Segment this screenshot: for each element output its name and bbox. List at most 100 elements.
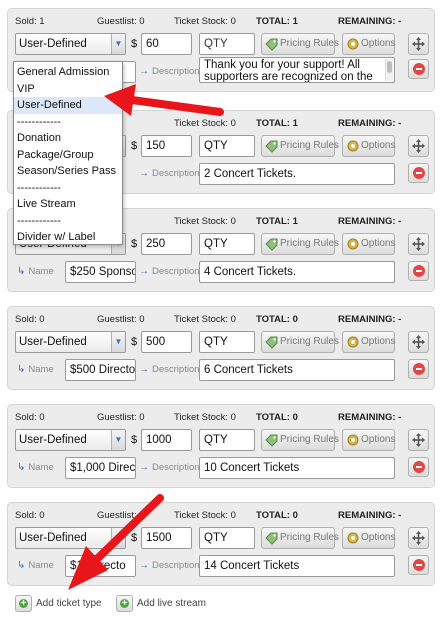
- sold-value: 0: [39, 314, 45, 325]
- remaining-label: REMAINING:: [338, 16, 396, 27]
- delete-button[interactable]: [408, 163, 429, 183]
- drag-handle[interactable]: [408, 331, 429, 353]
- dropdown-option[interactable]: Donation: [14, 130, 122, 147]
- stock-label: Ticket Stock:: [174, 118, 229, 129]
- chevron-down-icon[interactable]: ▼: [111, 430, 125, 450]
- name-label: ↳Name: [17, 462, 54, 473]
- remaining-label: REMAINING:: [338, 510, 396, 521]
- guestlist-label: Guestlist:: [97, 314, 137, 325]
- ticket-stats: Sold: 1 Guestlist: 0 Ticket Stock: 0 TOT…: [8, 16, 434, 28]
- delete-button[interactable]: [408, 555, 429, 575]
- pricing-rules-button[interactable]: Pricing Rules: [261, 331, 339, 353]
- dropdown-option[interactable]: Divider w/ Label: [14, 229, 122, 246]
- quantity-input[interactable]: QTY: [199, 33, 255, 55]
- quantity-input[interactable]: QTY: [199, 527, 255, 549]
- ticket-type-dropdown-list[interactable]: General Admission VIP User-Defined --------…: [13, 61, 123, 245]
- price-tag-icon: [265, 532, 278, 545]
- price-input[interactable]: 1000: [141, 429, 192, 451]
- dropdown-option[interactable]: General Admission: [14, 64, 122, 81]
- drag-handle[interactable]: [408, 233, 429, 255]
- scrollbar[interactable]: [385, 59, 393, 81]
- delete-button[interactable]: [408, 59, 429, 79]
- drag-handle[interactable]: [408, 527, 429, 549]
- quantity-placeholder: QTY: [204, 336, 228, 348]
- ticket-type-select[interactable]: User-Defined ▼: [15, 33, 126, 55]
- delete-button[interactable]: [408, 359, 429, 379]
- stock-label: Ticket Stock:: [174, 216, 229, 227]
- pricing-rules-button[interactable]: Pricing Rules: [261, 429, 339, 451]
- ticket-type-value: User-Defined: [19, 532, 87, 544]
- dropdown-option[interactable]: Season/Series Pass: [14, 163, 122, 180]
- options-button[interactable]: Options: [342, 233, 395, 255]
- add-live-stream-button[interactable]: Add live stream: [116, 595, 206, 613]
- dropdown-option[interactable]: Live Stream: [14, 196, 122, 213]
- drag-handle[interactable]: [408, 33, 429, 55]
- quantity-input[interactable]: QTY: [199, 429, 255, 451]
- quantity-input[interactable]: QTY: [199, 331, 255, 353]
- remaining-label: REMAINING:: [338, 216, 396, 227]
- pricing-rules-button[interactable]: Pricing Rules: [261, 527, 339, 549]
- dropdown-option[interactable]: ------------: [14, 213, 122, 230]
- pricing-rules-button[interactable]: Pricing Rules: [261, 33, 339, 55]
- name-input[interactable]: $250 Sponsor: [65, 261, 136, 283]
- dropdown-option[interactable]: ------------: [14, 114, 122, 131]
- remaining-value: -: [398, 16, 402, 27]
- description-label: → Description: [139, 462, 200, 473]
- name-input[interactable]: $500 Director's: [65, 359, 136, 381]
- options-button[interactable]: Options: [342, 527, 395, 549]
- description-input[interactable]: 14 Concert Tickets: [199, 555, 395, 577]
- dropdown-option[interactable]: VIP: [14, 81, 122, 98]
- chevron-down-icon[interactable]: ▼: [111, 332, 125, 352]
- sold-value: 0: [39, 412, 45, 423]
- pricing-rules-button[interactable]: Pricing Rules: [261, 233, 339, 255]
- move-arrows-icon: [412, 335, 425, 349]
- options-button[interactable]: Options: [342, 429, 395, 451]
- currency-symbol: $: [131, 238, 138, 250]
- delete-button[interactable]: [408, 457, 429, 477]
- price-input[interactable]: 60: [141, 33, 192, 55]
- price-input[interactable]: 500: [141, 331, 192, 353]
- ticket-type-select[interactable]: User-Defined ▼: [15, 429, 126, 451]
- drag-handle[interactable]: [408, 429, 429, 451]
- ticket-type-select[interactable]: User-Defined ▼: [15, 331, 126, 353]
- name-input[interactable]: $1, Directo: [65, 555, 136, 577]
- dropdown-option[interactable]: User-Defined: [14, 97, 122, 114]
- quantity-placeholder: QTY: [204, 238, 228, 250]
- quantity-input[interactable]: QTY: [199, 233, 255, 255]
- description-textarea[interactable]: Thank you for your support! All supporte…: [199, 57, 395, 83]
- sold-label: Sold:: [15, 314, 37, 325]
- quantity-input[interactable]: QTY: [199, 135, 255, 157]
- price-input[interactable]: 1500: [141, 527, 192, 549]
- options-button[interactable]: Options: [342, 135, 395, 157]
- options-button[interactable]: Options: [342, 331, 395, 353]
- total-value: 1: [292, 118, 298, 129]
- description-input[interactable]: 10 Concert Tickets: [199, 457, 395, 479]
- drag-handle[interactable]: [408, 135, 429, 157]
- description-input[interactable]: 4 Concert Tickets.: [199, 261, 395, 283]
- chevron-down-icon[interactable]: ▼: [111, 34, 125, 54]
- gear-icon: [347, 336, 359, 348]
- delete-button[interactable]: [408, 261, 429, 281]
- price-input[interactable]: 150: [141, 135, 192, 157]
- options-button[interactable]: Options: [342, 33, 395, 55]
- add-icon: [15, 595, 32, 612]
- pricing-rules-button[interactable]: Pricing Rules: [261, 135, 339, 157]
- dropdown-option[interactable]: ------------: [14, 180, 122, 197]
- gear-icon: [347, 38, 359, 50]
- add-ticket-type-button[interactable]: Add ticket type: [15, 595, 102, 613]
- description-input[interactable]: 2 Concert Tickets.: [199, 163, 395, 185]
- price-tag-icon: [265, 238, 278, 251]
- chevron-down-icon[interactable]: ▼: [111, 528, 125, 548]
- guestlist-value: 0: [139, 510, 145, 521]
- total-label: TOTAL:: [256, 16, 290, 27]
- ticket-type-select[interactable]: User-Defined ▼: [15, 527, 126, 549]
- dropdown-option[interactable]: Package/Group: [14, 147, 122, 164]
- remaining-value: -: [398, 216, 402, 227]
- move-arrows-icon: [412, 531, 425, 545]
- ticket-type-panel: Sold: 0 Guestlist: 0 Ticket Stock: 0 TOT…: [7, 404, 435, 488]
- name-input[interactable]: $1,000 Directo: [65, 457, 136, 479]
- description-input[interactable]: 6 Concert Tickets: [199, 359, 395, 381]
- guestlist-label: Guestlist:: [97, 412, 137, 423]
- price-input[interactable]: 250: [141, 233, 192, 255]
- name-label: ↳Name: [17, 560, 54, 571]
